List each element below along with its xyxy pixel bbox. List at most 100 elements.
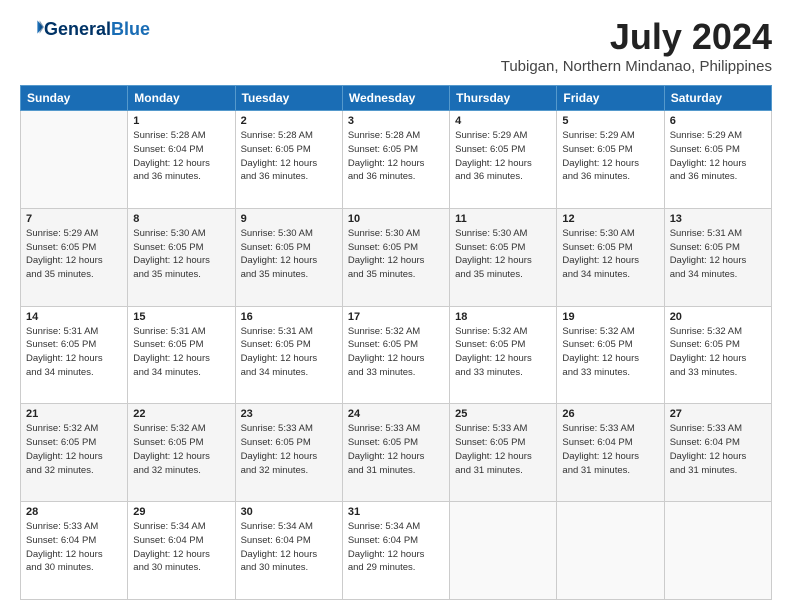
day-info: Sunrise: 5:28 AM Sunset: 6:05 PM Dayligh… bbox=[241, 129, 337, 184]
day-info: Sunrise: 5:33 AM Sunset: 6:04 PM Dayligh… bbox=[670, 422, 766, 477]
calendar-week-4: 28Sunrise: 5:33 AM Sunset: 6:04 PM Dayli… bbox=[21, 502, 772, 600]
calendar-cell: 7 Sunrise: 5:29 AM Sunset: 6:05 PM Daylig… bbox=[21, 208, 128, 306]
day-info: Sunrise: 5:29 AM Sunset: 6:05 PM Dayligh… bbox=[26, 227, 122, 282]
day-number: 30 bbox=[241, 506, 337, 518]
day-number: 27 bbox=[670, 408, 766, 420]
logo-icon bbox=[22, 16, 44, 38]
calendar-cell: 19 Sunrise: 5:32 AM Sunset: 6:05 PM Dayli… bbox=[557, 306, 664, 404]
day-info: Sunrise: 5:33 AM Sunset: 6:05 PM Dayligh… bbox=[241, 422, 337, 477]
calendar-cell bbox=[21, 111, 128, 209]
day-info: Sunrise: 5:33 AM Sunset: 6:05 PM Dayligh… bbox=[348, 422, 444, 477]
day-info: Sunrise: 5:29 AM Sunset: 6:05 PM Dayligh… bbox=[562, 129, 658, 184]
calendar-cell: 27 Sunrise: 5:33 AM Sunset: 6:04 PM Dayli… bbox=[664, 404, 771, 502]
day-number: 31 bbox=[348, 506, 444, 518]
calendar-cell: 16Sunrise: 5:31 AM Sunset: 6:05 PM Dayli… bbox=[235, 306, 342, 404]
day-info: Sunrise: 5:32 AM Sunset: 6:05 PM Dayligh… bbox=[348, 325, 444, 380]
day-number: 17 bbox=[348, 311, 444, 323]
day-number: 2 bbox=[241, 115, 337, 127]
calendar-cell: 28Sunrise: 5:33 AM Sunset: 6:04 PM Dayli… bbox=[21, 502, 128, 600]
day-number: 3 bbox=[348, 115, 444, 127]
calendar-cell: 1 Sunrise: 5:28 AM Sunset: 6:04 PM Daylig… bbox=[128, 111, 235, 209]
day-info: Sunrise: 5:30 AM Sunset: 6:05 PM Dayligh… bbox=[133, 227, 229, 282]
day-number: 7 bbox=[26, 213, 122, 225]
calendar-cell: 12 Sunrise: 5:30 AM Sunset: 6:05 PM Dayli… bbox=[557, 208, 664, 306]
day-info: Sunrise: 5:30 AM Sunset: 6:05 PM Dayligh… bbox=[241, 227, 337, 282]
day-info: Sunrise: 5:31 AM Sunset: 6:05 PM Dayligh… bbox=[133, 325, 229, 380]
calendar-col-monday: Monday bbox=[128, 86, 235, 111]
calendar-cell: 8Sunrise: 5:30 AM Sunset: 6:05 PM Daylig… bbox=[128, 208, 235, 306]
calendar-cell bbox=[557, 502, 664, 600]
day-info: Sunrise: 5:29 AM Sunset: 6:05 PM Dayligh… bbox=[670, 129, 766, 184]
calendar-cell: 31 Sunrise: 5:34 AM Sunset: 6:04 PM Dayli… bbox=[342, 502, 449, 600]
day-info: Sunrise: 5:28 AM Sunset: 6:04 PM Dayligh… bbox=[133, 129, 229, 184]
day-number: 29 bbox=[133, 506, 229, 518]
calendar-cell: 9Sunrise: 5:30 AM Sunset: 6:05 PM Daylig… bbox=[235, 208, 342, 306]
calendar-cell: 21 Sunrise: 5:32 AM Sunset: 6:05 PM Dayli… bbox=[21, 404, 128, 502]
calendar-cell bbox=[450, 502, 557, 600]
logo: GeneralBlue bbox=[20, 16, 150, 43]
calendar-cell: 22Sunrise: 5:32 AM Sunset: 6:05 PM Dayli… bbox=[128, 404, 235, 502]
calendar-cell: 14 Sunrise: 5:31 AM Sunset: 6:05 PM Dayli… bbox=[21, 306, 128, 404]
day-number: 15 bbox=[133, 311, 229, 323]
calendar-cell: 2 Sunrise: 5:28 AM Sunset: 6:05 PM Daylig… bbox=[235, 111, 342, 209]
calendar-col-sunday: Sunday bbox=[21, 86, 128, 111]
subtitle: Tubigan, Northern Mindanao, Philippines bbox=[501, 58, 772, 75]
day-info: Sunrise: 5:28 AM Sunset: 6:05 PM Dayligh… bbox=[348, 129, 444, 184]
day-number: 19 bbox=[562, 311, 658, 323]
day-info: Sunrise: 5:30 AM Sunset: 6:05 PM Dayligh… bbox=[562, 227, 658, 282]
main-title: July 2024 bbox=[501, 16, 772, 58]
day-number: 23 bbox=[241, 408, 337, 420]
calendar-cell: 18 Sunrise: 5:32 AM Sunset: 6:05 PM Dayli… bbox=[450, 306, 557, 404]
calendar-header-row: SundayMondayTuesdayWednesdayThursdayFrid… bbox=[21, 86, 772, 111]
day-number: 14 bbox=[26, 311, 122, 323]
day-number: 28 bbox=[26, 506, 122, 518]
calendar-week-0: 1 Sunrise: 5:28 AM Sunset: 6:04 PM Daylig… bbox=[21, 111, 772, 209]
calendar-cell: 3 Sunrise: 5:28 AM Sunset: 6:05 PM Daylig… bbox=[342, 111, 449, 209]
calendar-week-2: 14 Sunrise: 5:31 AM Sunset: 6:05 PM Dayli… bbox=[21, 306, 772, 404]
calendar-week-3: 21 Sunrise: 5:32 AM Sunset: 6:05 PM Dayli… bbox=[21, 404, 772, 502]
calendar-cell: 23 Sunrise: 5:33 AM Sunset: 6:05 PM Dayli… bbox=[235, 404, 342, 502]
day-number: 18 bbox=[455, 311, 551, 323]
calendar-cell: 17 Sunrise: 5:32 AM Sunset: 6:05 PM Dayli… bbox=[342, 306, 449, 404]
calendar-col-saturday: Saturday bbox=[664, 86, 771, 111]
calendar-cell: 26Sunrise: 5:33 AM Sunset: 6:04 PM Dayli… bbox=[557, 404, 664, 502]
day-number: 11 bbox=[455, 213, 551, 225]
day-info: Sunrise: 5:29 AM Sunset: 6:05 PM Dayligh… bbox=[455, 129, 551, 184]
calendar-col-wednesday: Wednesday bbox=[342, 86, 449, 111]
day-info: Sunrise: 5:32 AM Sunset: 6:05 PM Dayligh… bbox=[670, 325, 766, 380]
calendar-week-1: 7 Sunrise: 5:29 AM Sunset: 6:05 PM Daylig… bbox=[21, 208, 772, 306]
day-info: Sunrise: 5:32 AM Sunset: 6:05 PM Dayligh… bbox=[562, 325, 658, 380]
day-info: Sunrise: 5:31 AM Sunset: 6:05 PM Dayligh… bbox=[26, 325, 122, 380]
day-number: 6 bbox=[670, 115, 766, 127]
day-number: 25 bbox=[455, 408, 551, 420]
day-info: Sunrise: 5:32 AM Sunset: 6:05 PM Dayligh… bbox=[26, 422, 122, 477]
logo-line1: General bbox=[44, 19, 111, 39]
calendar-table: SundayMondayTuesdayWednesdayThursdayFrid… bbox=[20, 85, 772, 600]
calendar-cell: 13Sunrise: 5:31 AM Sunset: 6:05 PM Dayli… bbox=[664, 208, 771, 306]
calendar-cell: 20 Sunrise: 5:32 AM Sunset: 6:05 PM Dayli… bbox=[664, 306, 771, 404]
calendar-cell bbox=[664, 502, 771, 600]
day-info: Sunrise: 5:34 AM Sunset: 6:04 PM Dayligh… bbox=[241, 520, 337, 575]
day-number: 21 bbox=[26, 408, 122, 420]
day-info: Sunrise: 5:34 AM Sunset: 6:04 PM Dayligh… bbox=[133, 520, 229, 575]
logo-text: GeneralBlue bbox=[44, 20, 150, 40]
calendar-cell: 11Sunrise: 5:30 AM Sunset: 6:05 PM Dayli… bbox=[450, 208, 557, 306]
header: GeneralBlue July 2024 Tubigan, Northern … bbox=[20, 16, 772, 75]
day-number: 10 bbox=[348, 213, 444, 225]
day-info: Sunrise: 5:33 AM Sunset: 6:05 PM Dayligh… bbox=[455, 422, 551, 477]
title-block: July 2024 Tubigan, Northern Mindanao, Ph… bbox=[501, 16, 772, 75]
calendar-cell: 10 Sunrise: 5:30 AM Sunset: 6:05 PM Dayli… bbox=[342, 208, 449, 306]
calendar-col-friday: Friday bbox=[557, 86, 664, 111]
day-number: 5 bbox=[562, 115, 658, 127]
calendar-cell: 5 Sunrise: 5:29 AM Sunset: 6:05 PM Daylig… bbox=[557, 111, 664, 209]
day-number: 12 bbox=[562, 213, 658, 225]
page: GeneralBlue July 2024 Tubigan, Northern … bbox=[0, 0, 792, 612]
day-info: Sunrise: 5:30 AM Sunset: 6:05 PM Dayligh… bbox=[348, 227, 444, 282]
day-info: Sunrise: 5:34 AM Sunset: 6:04 PM Dayligh… bbox=[348, 520, 444, 575]
day-info: Sunrise: 5:32 AM Sunset: 6:05 PM Dayligh… bbox=[455, 325, 551, 380]
day-number: 20 bbox=[670, 311, 766, 323]
calendar-cell: 25 Sunrise: 5:33 AM Sunset: 6:05 PM Dayli… bbox=[450, 404, 557, 502]
day-number: 1 bbox=[133, 115, 229, 127]
logo-line2: Blue bbox=[111, 19, 150, 39]
calendar-cell: 30 Sunrise: 5:34 AM Sunset: 6:04 PM Dayli… bbox=[235, 502, 342, 600]
